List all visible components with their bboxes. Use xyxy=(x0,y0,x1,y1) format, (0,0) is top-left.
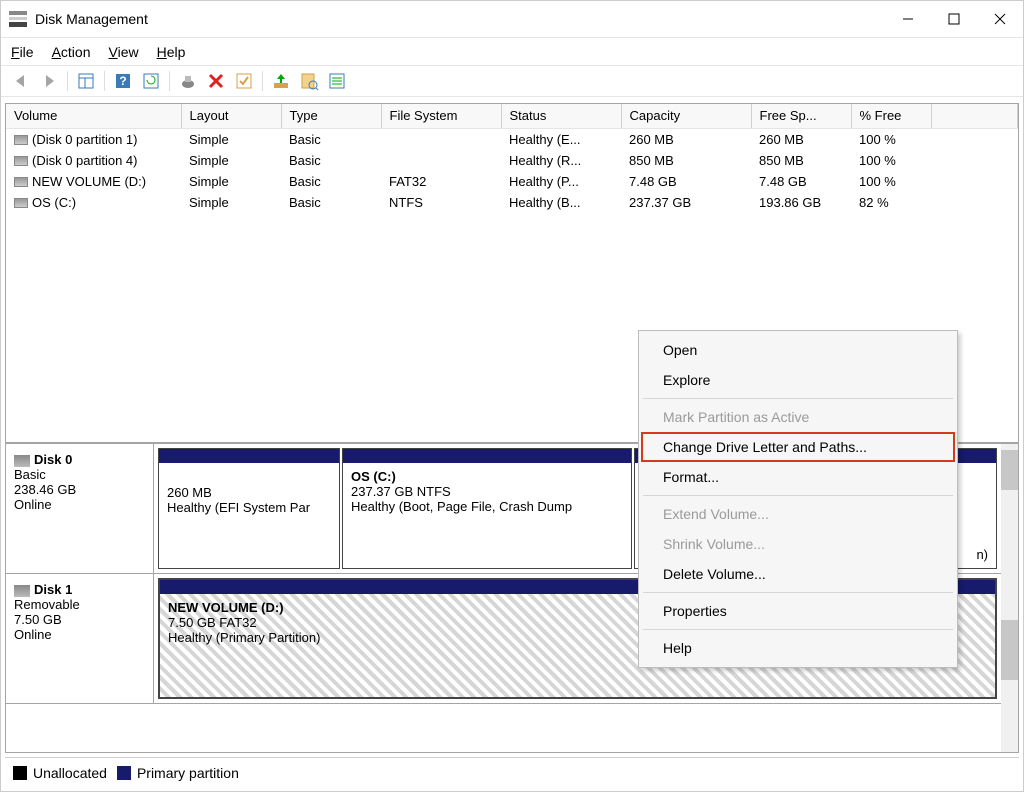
volume-row[interactable]: NEW VOLUME (D:) SimpleBasicFAT32 Healthy… xyxy=(6,171,1018,192)
volume-name: NEW VOLUME (D:) xyxy=(32,174,146,189)
column-headers[interactable]: Volume Layout Type File System Status Ca… xyxy=(6,104,1018,128)
help-button[interactable]: ? xyxy=(111,69,135,93)
delete-button[interactable] xyxy=(204,69,228,93)
col-spacer xyxy=(931,104,1018,128)
partition[interactable]: 260 MB Healthy (EFI System Par xyxy=(158,448,340,569)
upload-button[interactable] xyxy=(269,69,293,93)
ctx-format[interactable]: Format... xyxy=(641,462,955,492)
ctx-properties[interactable]: Properties xyxy=(641,596,955,626)
ctx-change-drive-letter[interactable]: Change Drive Letter and Paths... xyxy=(641,432,955,462)
disk-icon xyxy=(14,585,30,597)
ctx-mark-active: Mark Partition as Active xyxy=(641,402,955,432)
volume-row[interactable]: (Disk 0 partition 4) SimpleBasic Healthy… xyxy=(6,150,1018,171)
col-status[interactable]: Status xyxy=(501,104,621,128)
legend-label: Primary partition xyxy=(137,765,239,781)
ctx-delete-volume[interactable]: Delete Volume... xyxy=(641,559,955,589)
disk-label: Disk 1 xyxy=(34,582,72,597)
menu-action[interactable]: Action xyxy=(52,44,91,60)
title-bar: Disk Management xyxy=(1,1,1023,37)
legend: Unallocated Primary partition xyxy=(5,757,1019,787)
disk-info[interactable]: Disk 1 Removable 7.50 GB Online xyxy=(6,574,154,703)
col-volume[interactable]: Volume xyxy=(6,104,181,128)
volume-icon xyxy=(14,198,28,208)
col-fs[interactable]: File System xyxy=(381,104,501,128)
ctx-help[interactable]: Help xyxy=(641,633,955,663)
minimize-button[interactable] xyxy=(885,1,931,37)
col-pct[interactable]: % Free xyxy=(851,104,931,128)
menu-file[interactable]: File xyxy=(11,44,34,60)
rescan-button[interactable] xyxy=(176,69,200,93)
menu-view[interactable]: View xyxy=(109,44,139,60)
scrollbar[interactable] xyxy=(1001,444,1018,752)
volume-row[interactable]: (Disk 0 partition 1) SimpleBasic Healthy… xyxy=(6,128,1018,150)
ctx-extend-volume: Extend Volume... xyxy=(641,499,955,529)
ctx-explore[interactable]: Explore xyxy=(641,365,955,395)
volume-name: OS (C:) xyxy=(32,195,76,210)
maximize-button[interactable] xyxy=(931,1,977,37)
legend-swatch-unallocated xyxy=(13,766,27,780)
disk-info[interactable]: Disk 0 Basic 238.46 GB Online xyxy=(6,444,154,573)
volume-row[interactable]: OS (C:) SimpleBasicNTFS Healthy (B...237… xyxy=(6,192,1018,213)
volume-icon xyxy=(14,156,28,166)
nav-back-button[interactable] xyxy=(9,69,33,93)
menu-help[interactable]: Help xyxy=(157,44,186,60)
disk-label: Disk 0 xyxy=(34,452,72,467)
svg-text:?: ? xyxy=(119,74,126,88)
col-type[interactable]: Type xyxy=(281,104,381,128)
window-title: Disk Management xyxy=(35,11,148,27)
col-capacity[interactable]: Capacity xyxy=(621,104,751,128)
list-button[interactable] xyxy=(325,69,349,93)
volume-name: (Disk 0 partition 1) xyxy=(32,132,137,147)
partition[interactable]: OS (C:) 237.37 GB NTFS Healthy (Boot, Pa… xyxy=(342,448,632,569)
toolbar: ? xyxy=(1,65,1023,97)
disk-icon xyxy=(14,455,30,467)
nav-forward-button[interactable] xyxy=(37,69,61,93)
volume-icon xyxy=(14,135,28,145)
legend-swatch-primary xyxy=(117,766,131,780)
show-hide-console-button[interactable] xyxy=(74,69,98,93)
volume-name: (Disk 0 partition 4) xyxy=(32,153,137,168)
close-button[interactable] xyxy=(977,1,1023,37)
menu-bar: File Action View Help xyxy=(1,37,1023,65)
legend-label: Unallocated xyxy=(33,765,107,781)
partition-title: OS (C:) xyxy=(351,469,623,484)
refresh-button[interactable] xyxy=(139,69,163,93)
checkmark-button[interactable] xyxy=(232,69,256,93)
volume-icon xyxy=(14,177,28,187)
ctx-shrink-volume: Shrink Volume... xyxy=(641,529,955,559)
ctx-open[interactable]: Open xyxy=(641,335,955,365)
app-icon xyxy=(9,11,27,27)
col-free[interactable]: Free Sp... xyxy=(751,104,851,128)
col-layout[interactable]: Layout xyxy=(181,104,281,128)
context-menu: Open Explore Mark Partition as Active Ch… xyxy=(638,330,958,668)
properties-button[interactable] xyxy=(297,69,321,93)
